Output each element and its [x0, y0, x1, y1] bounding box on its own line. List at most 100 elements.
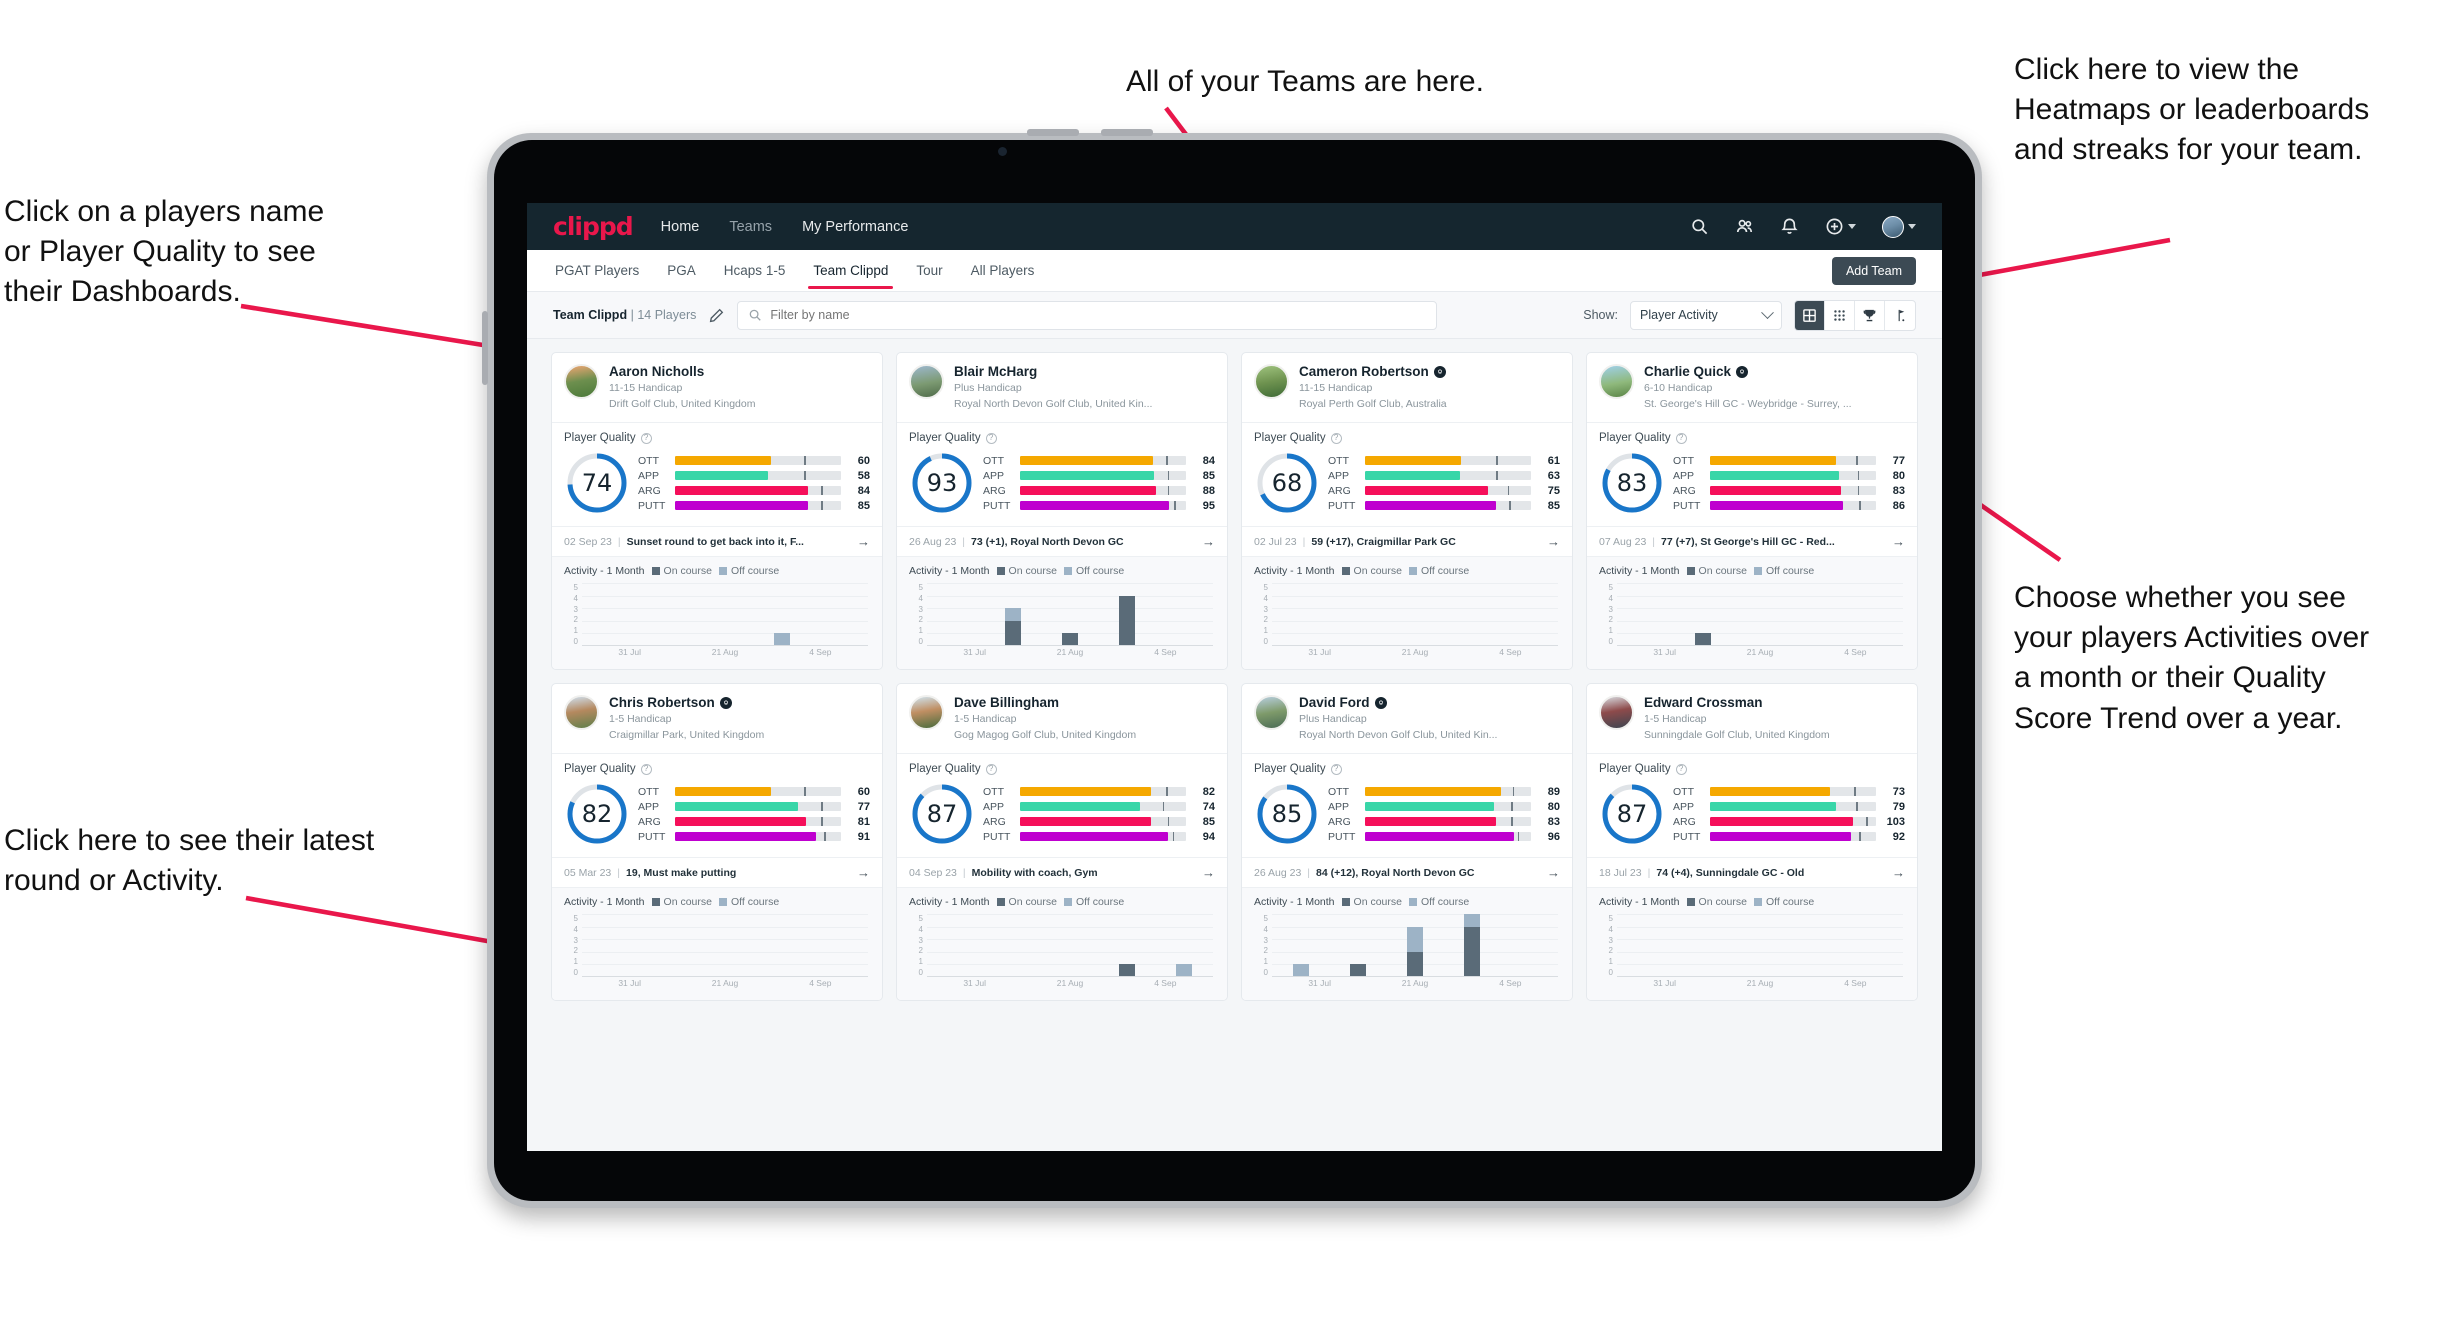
- player-card[interactable]: Aaron Nicholls 11-15 Handicap Drift Golf…: [551, 352, 883, 670]
- quality-gauge[interactable]: 74: [564, 450, 630, 516]
- player-name-row[interactable]: Blair McHarg: [954, 364, 1152, 380]
- player-quality-section[interactable]: Player Quality ? 85 OTT 89 APP 80 ARG 83…: [1242, 753, 1572, 857]
- player-name[interactable]: Aaron Nicholls: [609, 364, 704, 380]
- player-quality-section[interactable]: Player Quality ? 74 OTT 60 APP 58 ARG 84…: [552, 422, 882, 526]
- avatar[interactable]: [1599, 695, 1634, 730]
- nav-my-performance[interactable]: My Performance: [800, 215, 910, 239]
- tab-pga[interactable]: PGA: [665, 252, 698, 289]
- latest-round-row[interactable]: 05 Mar 23 | 19, Must make putting →: [552, 857, 882, 887]
- quality-gauge[interactable]: 87: [1599, 781, 1665, 847]
- avatar[interactable]: [1254, 364, 1289, 399]
- avatar[interactable]: [909, 364, 944, 399]
- arrow-right-icon[interactable]: →: [857, 534, 870, 549]
- player-name[interactable]: Blair McHarg: [954, 364, 1037, 380]
- quality-gauge[interactable]: 87: [909, 781, 975, 847]
- view-mode-trophy[interactable]: [1855, 300, 1885, 330]
- nav-home[interactable]: Home: [659, 215, 702, 239]
- player-card[interactable]: Blair McHarg Plus Handicap Royal North D…: [896, 352, 1228, 670]
- quality-gauge[interactable]: 83: [1599, 450, 1665, 516]
- quality-gauge[interactable]: 93: [909, 450, 975, 516]
- avatar[interactable]: [1882, 215, 1904, 238]
- latest-round-row[interactable]: 04 Sep 23 | Mobility with coach, Gym →: [897, 857, 1227, 887]
- player-quality-section[interactable]: Player Quality ? 83 OTT 77 APP 80 ARG 83…: [1587, 422, 1917, 526]
- clippd-logo[interactable]: clippd: [553, 212, 634, 241]
- player-card[interactable]: Edward Crossman 1-5 Handicap Sunningdale…: [1586, 683, 1918, 1001]
- player-header[interactable]: Dave Billingham 1-5 Handicap Gog Magog G…: [897, 684, 1227, 753]
- player-name-row[interactable]: Dave Billingham: [954, 695, 1136, 711]
- player-name-row[interactable]: Edward Crossman: [1644, 695, 1830, 711]
- people-icon[interactable]: [1735, 217, 1754, 236]
- tab-team-clippd[interactable]: Team Clippd: [808, 252, 894, 289]
- player-quality-section[interactable]: Player Quality ? 87 OTT 82 APP 74 ARG 85…: [897, 753, 1227, 857]
- latest-round-row[interactable]: 02 Sep 23 | Sunset round to get back int…: [552, 526, 882, 556]
- latest-round-row[interactable]: 02 Jul 23 | 59 (+17), Craigmillar Park G…: [1242, 526, 1572, 556]
- avatar[interactable]: [1599, 364, 1634, 399]
- avatar[interactable]: [564, 695, 599, 730]
- power-button[interactable]: [482, 311, 488, 385]
- help-icon[interactable]: ?: [1675, 763, 1687, 775]
- player-header[interactable]: Blair McHarg Plus Handicap Royal North D…: [897, 353, 1227, 422]
- search-icon[interactable]: [1690, 217, 1709, 236]
- search-input-wrapper[interactable]: [737, 300, 1438, 330]
- latest-round-row[interactable]: 26 Aug 23 | 73 (+1), Royal North Devon G…: [897, 526, 1227, 556]
- arrow-right-icon[interactable]: →: [1202, 865, 1215, 880]
- pencil-icon[interactable]: [708, 307, 725, 324]
- player-name[interactable]: Edward Crossman: [1644, 695, 1763, 711]
- player-name[interactable]: Dave Billingham: [954, 695, 1059, 711]
- search-input[interactable]: [770, 308, 1427, 322]
- help-icon[interactable]: ?: [1330, 763, 1342, 775]
- player-header[interactable]: Chris Robertson 1-5 Handicap Craigmillar…: [552, 684, 882, 753]
- add-menu[interactable]: [1825, 217, 1856, 236]
- avatar[interactable]: [564, 364, 599, 399]
- arrow-right-icon[interactable]: →: [1547, 534, 1560, 549]
- tab-pgat-players[interactable]: PGAT Players: [553, 252, 641, 289]
- volume-down-button[interactable]: [1101, 129, 1153, 136]
- player-quality-section[interactable]: Player Quality ? 87 OTT 73 APP 79 ARG 10…: [1587, 753, 1917, 857]
- quality-gauge[interactable]: 82: [564, 781, 630, 847]
- view-mode-dense-grid[interactable]: [1825, 300, 1855, 330]
- player-card[interactable]: Chris Robertson 1-5 Handicap Craigmillar…: [551, 683, 883, 1001]
- add-team-button[interactable]: Add Team: [1831, 256, 1916, 285]
- player-card[interactable]: Cameron Robertson 11-15 Handicap Royal P…: [1241, 352, 1573, 670]
- player-card[interactable]: Charlie Quick 6-10 Handicap St. George's…: [1586, 352, 1918, 670]
- volume-up-button[interactable]: [1027, 129, 1079, 136]
- tab-hcaps-1-5[interactable]: Hcaps 1-5: [722, 252, 788, 289]
- avatar[interactable]: [909, 695, 944, 730]
- player-name[interactable]: Cameron Robertson: [1299, 364, 1429, 380]
- player-card[interactable]: David Ford Plus Handicap Royal North Dev…: [1241, 683, 1573, 1001]
- plus-circle-icon[interactable]: [1825, 217, 1844, 236]
- tab-all-players[interactable]: All Players: [969, 252, 1037, 289]
- view-mode-golf-flag[interactable]: [1885, 301, 1915, 330]
- player-header[interactable]: David Ford Plus Handicap Royal North Dev…: [1242, 684, 1572, 753]
- help-icon[interactable]: ?: [640, 763, 652, 775]
- player-header[interactable]: Aaron Nicholls 11-15 Handicap Drift Golf…: [552, 353, 882, 422]
- tab-tour[interactable]: Tour: [914, 252, 944, 289]
- arrow-right-icon[interactable]: →: [857, 865, 870, 880]
- player-quality-section[interactable]: Player Quality ? 82 OTT 60 APP 77 ARG 81…: [552, 753, 882, 857]
- player-quality-section[interactable]: Player Quality ? 68 OTT 61 APP 63 ARG 75…: [1242, 422, 1572, 526]
- user-menu[interactable]: [1882, 215, 1916, 238]
- help-icon[interactable]: ?: [1675, 432, 1687, 444]
- arrow-right-icon[interactable]: →: [1892, 534, 1905, 549]
- latest-round-row[interactable]: 26 Aug 23 | 84 (+12), Royal North Devon …: [1242, 857, 1572, 887]
- latest-round-row[interactable]: 07 Aug 23 | 77 (+7), St George's Hill GC…: [1587, 526, 1917, 556]
- latest-round-row[interactable]: 18 Jul 23 | 74 (+4), Sunningdale GC - Ol…: [1587, 857, 1917, 887]
- help-icon[interactable]: ?: [985, 763, 997, 775]
- player-header[interactable]: Cameron Robertson 11-15 Handicap Royal P…: [1242, 353, 1572, 422]
- arrow-right-icon[interactable]: →: [1547, 865, 1560, 880]
- arrow-right-icon[interactable]: →: [1892, 865, 1905, 880]
- player-name[interactable]: David Ford: [1299, 695, 1370, 711]
- help-icon[interactable]: ?: [985, 432, 997, 444]
- view-mode-grid[interactable]: [1795, 300, 1825, 330]
- avatar[interactable]: [1254, 695, 1289, 730]
- player-name-row[interactable]: Aaron Nicholls: [609, 364, 755, 380]
- quality-gauge[interactable]: 85: [1254, 781, 1320, 847]
- player-name-row[interactable]: Charlie Quick: [1644, 364, 1852, 380]
- player-header[interactable]: Charlie Quick 6-10 Handicap St. George's…: [1587, 353, 1917, 422]
- nav-teams[interactable]: Teams: [727, 215, 774, 239]
- help-icon[interactable]: ?: [1330, 432, 1342, 444]
- player-quality-section[interactable]: Player Quality ? 93 OTT 84 APP 85 ARG 88…: [897, 422, 1227, 526]
- player-header[interactable]: Edward Crossman 1-5 Handicap Sunningdale…: [1587, 684, 1917, 753]
- help-icon[interactable]: ?: [640, 432, 652, 444]
- player-name[interactable]: Chris Robertson: [609, 695, 715, 711]
